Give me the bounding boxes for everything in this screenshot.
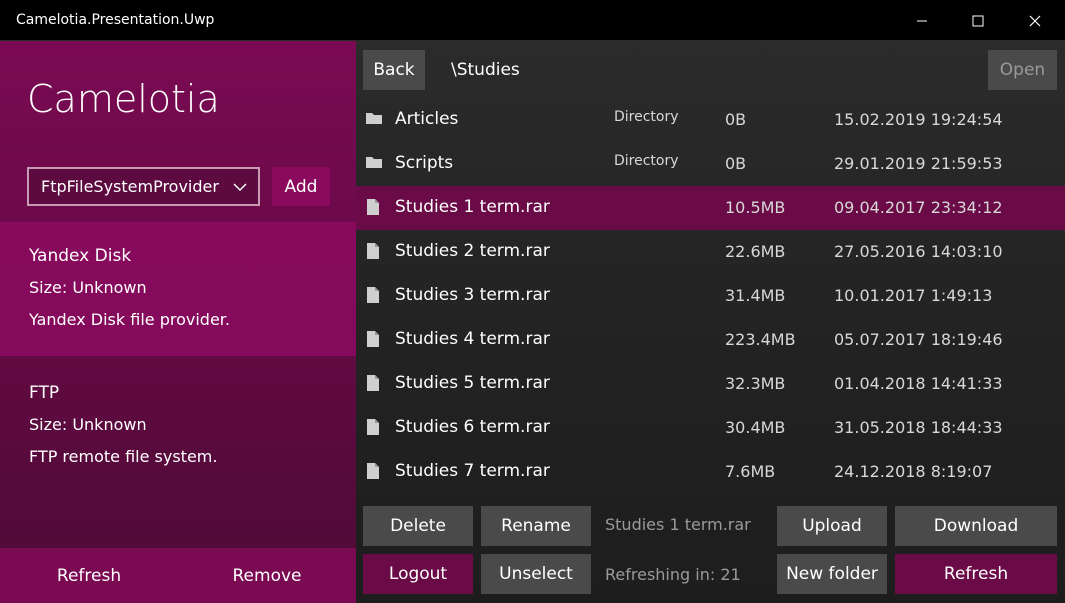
folder-icon bbox=[365, 154, 383, 172]
file-name: Studies 3 term.rar bbox=[395, 285, 550, 305]
maximize-icon bbox=[972, 15, 984, 26]
file-date: 05.07.2017 18:19:46 bbox=[834, 330, 1003, 349]
close-icon bbox=[1029, 15, 1041, 26]
file-date: 15.02.2019 19:24:54 bbox=[834, 110, 1003, 129]
provider-description: FTP remote file system. bbox=[29, 447, 218, 466]
file-size: 32.3MB bbox=[725, 374, 786, 393]
file-size: 30.4MB bbox=[725, 418, 786, 437]
file-row[interactable]: Studies 2 term.rar 22.6MB 27.05.2016 14:03… bbox=[356, 230, 1065, 274]
file-name: Studies 1 term.rar bbox=[395, 197, 550, 217]
back-button[interactable]: Back bbox=[363, 50, 425, 90]
provider-item-ftp[interactable]: FTP Size: Unknown FTP remote file system… bbox=[0, 359, 356, 493]
app-title: Camelotia bbox=[27, 77, 220, 121]
file-size: 7.6MB bbox=[725, 462, 776, 481]
refresh-files-button[interactable]: Refresh bbox=[895, 554, 1057, 594]
file-size: 223.4MB bbox=[725, 330, 796, 349]
file-row[interactable]: Scripts Directory 0B 29.01.2019 21:59:53 bbox=[356, 142, 1065, 186]
file-name: Studies 5 term.rar bbox=[395, 373, 550, 393]
provider-item-yandex[interactable]: Yandex Disk Size: Unknown Yandex Disk fi… bbox=[0, 222, 356, 356]
file-icon bbox=[365, 462, 383, 480]
file-icon bbox=[365, 286, 383, 304]
rename-button[interactable]: Rename bbox=[481, 506, 591, 546]
file-name: Studies 6 term.rar bbox=[395, 417, 550, 437]
provider-name: FTP bbox=[29, 383, 60, 403]
file-name: Scripts bbox=[395, 153, 454, 173]
refresh-countdown: Refreshing in: 21 bbox=[605, 565, 741, 584]
file-size: 22.6MB bbox=[725, 242, 786, 261]
file-icon bbox=[365, 330, 383, 348]
file-name: Studies 4 term.rar bbox=[395, 329, 550, 349]
file-date: 24.12.2018 8:19:07 bbox=[834, 462, 993, 481]
file-row[interactable]: Studies 4 term.rar 223.4MB 05.07.2017 18:1… bbox=[356, 318, 1065, 362]
file-date: 27.05.2016 14:03:10 bbox=[834, 242, 1003, 261]
provider-type-select[interactable]: FtpFileSystemProvider bbox=[27, 167, 260, 206]
file-type: Directory bbox=[614, 153, 679, 169]
selected-file-name: Studies 1 term.rar bbox=[605, 515, 751, 534]
file-name: Studies 2 term.rar bbox=[395, 241, 550, 261]
file-icon bbox=[365, 374, 383, 392]
provider-select-value: FtpFileSystemProvider bbox=[41, 177, 219, 196]
new-folder-button[interactable]: New folder bbox=[777, 554, 887, 594]
open-button[interactable]: Open bbox=[988, 50, 1057, 90]
upload-button[interactable]: Upload bbox=[777, 506, 887, 546]
folder-icon bbox=[365, 110, 383, 128]
file-list: Articles Directory 0B 15.02.2019 19:24:54 Sc… bbox=[356, 98, 1065, 494]
logout-button[interactable]: Logout bbox=[363, 554, 473, 594]
file-date: 31.05.2018 18:44:33 bbox=[834, 418, 1003, 437]
download-button[interactable]: Download bbox=[895, 506, 1057, 546]
file-name: Articles bbox=[395, 109, 459, 129]
provider-name: Yandex Disk bbox=[29, 246, 132, 266]
file-row[interactable]: Studies 1 term.rar 10.5MB 09.04.2017 23:34… bbox=[356, 186, 1065, 230]
providers-pane: Camelotia FtpFileSystemProvider Add Yand… bbox=[0, 41, 356, 603]
file-size: 0B bbox=[725, 110, 747, 129]
minimize-button[interactable] bbox=[894, 0, 950, 41]
minimize-icon bbox=[917, 20, 927, 21]
file-icon bbox=[365, 418, 383, 436]
file-size: 31.4MB bbox=[725, 286, 786, 305]
file-date: 01.04.2018 14:41:33 bbox=[834, 374, 1003, 393]
provider-size: Size: Unknown bbox=[29, 415, 147, 434]
providers-toolbar: Refresh Remove bbox=[0, 548, 356, 603]
file-size: 0B bbox=[725, 154, 747, 173]
unselect-button[interactable]: Unselect bbox=[481, 554, 591, 594]
file-date: 10.01.2017 1:49:13 bbox=[834, 286, 993, 305]
file-row[interactable]: Articles Directory 0B 15.02.2019 19:24:54 bbox=[356, 98, 1065, 142]
file-row[interactable]: Studies 6 term.rar 30.4MB 31.05.2018 18:44… bbox=[356, 406, 1065, 450]
provider-size: Size: Unknown bbox=[29, 278, 147, 297]
file-icon bbox=[365, 242, 383, 260]
file-row[interactable]: Studies 7 term.rar 7.6MB 24.12.2018 8:19:0… bbox=[356, 450, 1065, 494]
remove-provider-button[interactable]: Remove bbox=[178, 548, 356, 603]
title-bar: Camelotia.Presentation.Uwp bbox=[0, 0, 1065, 41]
file-date: 09.04.2017 23:34:12 bbox=[834, 198, 1003, 217]
file-date: 29.01.2019 21:59:53 bbox=[834, 154, 1003, 173]
file-icon bbox=[365, 198, 383, 216]
delete-button[interactable]: Delete bbox=[363, 506, 473, 546]
file-row[interactable]: Studies 3 term.rar 31.4MB 10.01.2017 1:49:… bbox=[356, 274, 1065, 318]
maximize-button[interactable] bbox=[950, 0, 1006, 41]
add-provider-button[interactable]: Add bbox=[272, 167, 330, 206]
current-path: \Studies bbox=[451, 60, 520, 80]
file-row[interactable]: Studies 5 term.rar 32.3MB 01.04.2018 14:41… bbox=[356, 362, 1065, 406]
refresh-providers-button[interactable]: Refresh bbox=[0, 548, 178, 603]
file-name: Studies 7 term.rar bbox=[395, 461, 550, 481]
provider-description: Yandex Disk file provider. bbox=[29, 310, 230, 329]
file-browser-pane: Back \Studies Open Articles Directory 0B 15… bbox=[356, 41, 1065, 603]
window-title: Camelotia.Presentation.Uwp bbox=[16, 12, 215, 28]
close-button[interactable] bbox=[1007, 0, 1063, 41]
file-size: 10.5MB bbox=[725, 198, 786, 217]
chevron-down-icon bbox=[233, 183, 247, 192]
file-type: Directory bbox=[614, 109, 679, 125]
